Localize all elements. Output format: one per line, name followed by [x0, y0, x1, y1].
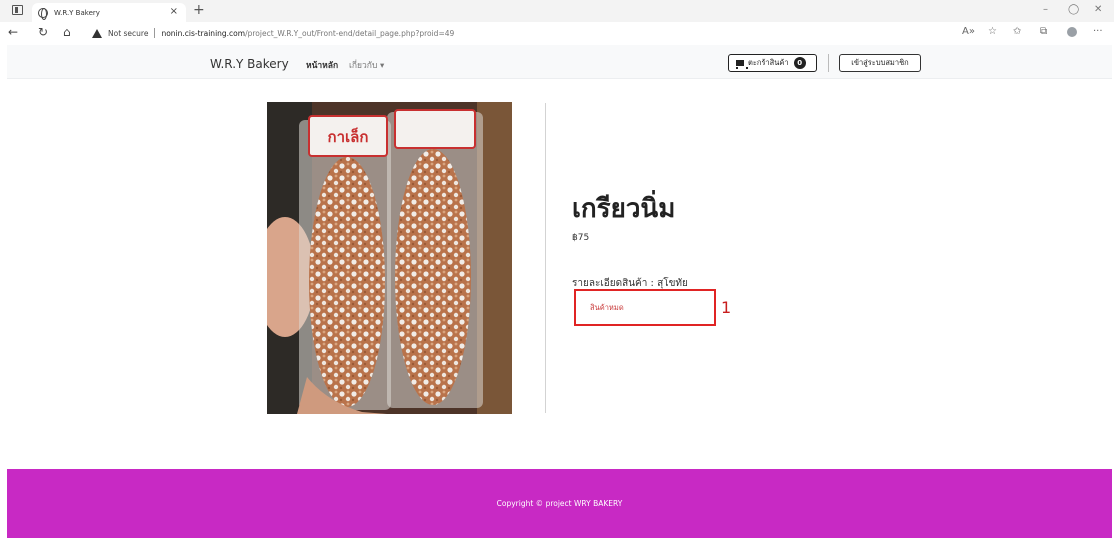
warning-icon [92, 28, 102, 38]
home-icon[interactable]: ⌂ [63, 25, 71, 39]
globe-icon [38, 7, 48, 20]
site-navbar: W.R.Y Bakery หน้าหลัก เกี่ยวกับ ▾ ตะกร้า… [7, 45, 1112, 79]
column-divider [545, 103, 546, 413]
browser-chrome: W.R.Y Bakery × + – ◯ ✕ ← ↻ ⌂ Not secure … [0, 0, 1114, 44]
nav-divider [828, 54, 829, 72]
annotation-box [574, 289, 716, 326]
collections-icon[interactable]: ⧉ [1040, 26, 1047, 37]
read-aloud-icon[interactable]: A» [962, 26, 975, 37]
cart-icon [736, 60, 748, 69]
address-bar-row: ← ↻ ⌂ Not secure nonin.cis-training.com … [0, 22, 1114, 44]
new-tab-button[interactable]: + [193, 2, 205, 18]
tab-title: W.R.Y Bakery [54, 8, 100, 17]
profile-avatar-icon[interactable] [1067, 27, 1077, 37]
back-icon[interactable]: ← [8, 25, 18, 39]
address-separator [154, 28, 156, 38]
product-price: ฿75 [572, 233, 590, 243]
cart-count-badge: 0 [793, 57, 806, 69]
not-secure-label: Not secure [108, 28, 149, 38]
tab-close-icon[interactable]: × [170, 6, 178, 17]
nav-about-dropdown[interactable]: เกี่ยวกับ ▾ [349, 58, 384, 72]
minimize-icon[interactable]: – [1043, 4, 1048, 15]
window-close-icon[interactable]: ✕ [1094, 4, 1102, 15]
address-bar[interactable]: Not secure nonin.cis-training.com /proje… [92, 25, 454, 41]
tab-actions-icon[interactable] [12, 5, 23, 15]
favorite-add-icon[interactable]: ☆ [988, 26, 997, 37]
tab-strip: W.R.Y Bakery × + – ◯ ✕ [0, 0, 1114, 22]
copyright-text: Copyright © project WRY BAKERY [496, 499, 623, 508]
favorites-icon[interactable]: ✩ [1013, 26, 1021, 37]
restore-icon[interactable]: ◯ [1068, 4, 1079, 15]
product-image: กาเล็ก [267, 102, 512, 414]
url-host: nonin.cis-training.com [161, 28, 246, 38]
package-label-text: กาเล็ก [328, 127, 369, 146]
refresh-icon[interactable]: ↻ [38, 25, 48, 39]
product-name: เกรียวนิ่ม [572, 194, 676, 224]
nav-home-link[interactable]: หน้าหลัก [306, 58, 338, 72]
cart-label: ตะกร้าสินค้า [748, 58, 789, 67]
cart-button[interactable]: ตะกร้าสินค้า 0 [728, 54, 817, 72]
annotation-number: 1 [721, 298, 732, 317]
footer: Copyright © project WRY BAKERY [7, 469, 1112, 538]
url-path: /project_W.R.Y_out/Front-end/detail_page… [245, 28, 455, 38]
brand-logo[interactable]: W.R.Y Bakery [210, 57, 289, 71]
more-menu-icon[interactable]: ··· [1093, 26, 1103, 37]
browser-tab[interactable]: W.R.Y Bakery × [32, 3, 186, 22]
member-login-button[interactable]: เข้าสู่ระบบสมาชิก [839, 54, 921, 72]
